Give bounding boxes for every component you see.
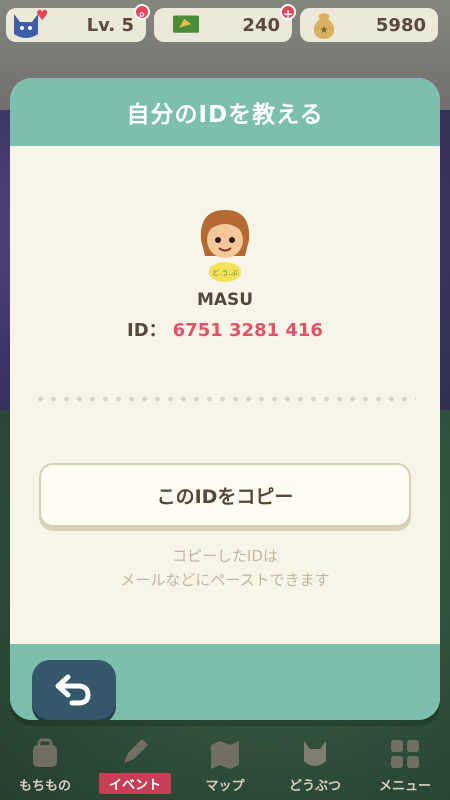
back-arrow-icon (55, 674, 91, 706)
bottom-navigation: もちもの イベント マップ どうぶつ メニュー (0, 730, 450, 800)
bells-count: 5980 (375, 14, 426, 36)
id-label: ID： (127, 320, 167, 341)
nav-menu-label: メニュー (378, 779, 431, 794)
level-info-badge[interactable]: ⌕ (134, 4, 150, 21)
status-bar: ♥ Lv. 5 ⌕ 240 + ★ 5980 (6, 4, 444, 44)
bag-icon (33, 738, 57, 767)
copy-id-button[interactable]: このIDをコピー (39, 463, 411, 527)
bell-bag-icon: ★ (313, 13, 335, 39)
dialog-header: 自分のIDを教える (10, 78, 440, 146)
heart-icon: ♥ (36, 8, 49, 24)
nav-map[interactable]: マップ (180, 730, 270, 800)
nav-items-label: もちもの (18, 779, 71, 794)
dotted-divider (34, 396, 416, 402)
ticket-icon (173, 15, 199, 33)
pencil-icon (124, 739, 148, 763)
player-name: MASU (196, 290, 254, 310)
animal-icon (304, 741, 326, 766)
player-avatar: ど.う.ぶ (200, 210, 250, 282)
level-pill[interactable]: ♥ Lv. 5 ⌕ (6, 4, 150, 42)
dialog-title: 自分のIDを教える (126, 102, 324, 128)
nav-animals-label: どうぶつ (288, 779, 341, 794)
back-button[interactable] (32, 660, 116, 720)
svg-text:★: ★ (320, 25, 329, 36)
map-icon (211, 741, 239, 769)
copy-hint: コピーしたIDは メールなどにペーストできます (10, 544, 440, 592)
nav-items[interactable]: もちもの (0, 730, 90, 800)
menu-grid-icon (391, 740, 419, 768)
add-tickets-badge[interactable]: + (280, 4, 296, 21)
nav-event[interactable]: イベント (90, 730, 180, 800)
nav-map-label: マップ (205, 779, 245, 794)
tickets-pill[interactable]: 240 + (154, 4, 296, 42)
level-text: Lv. 5 (86, 14, 134, 36)
player-id-line: ID： 6751 3281 416 (10, 316, 440, 342)
nav-animals[interactable]: どうぶつ (270, 730, 360, 800)
svg-text:ど.う.ぶ: ど.う.ぶ (212, 269, 237, 277)
bells-pill: ★ 5980 (300, 8, 438, 42)
tickets-count: 240 (242, 14, 280, 36)
hint-line-2: メールなどにペーストできます (120, 571, 330, 589)
share-id-dialog: 自分のIDを教える ど.う.ぶ MASU ID： 6751 3281 416 この… (10, 78, 440, 720)
nav-event-label: イベント (98, 773, 171, 794)
nav-menu[interactable]: メニュー (360, 730, 450, 800)
id-value: 6751 3281 416 (172, 320, 323, 341)
hint-line-1: コピーしたIDは (172, 547, 278, 565)
